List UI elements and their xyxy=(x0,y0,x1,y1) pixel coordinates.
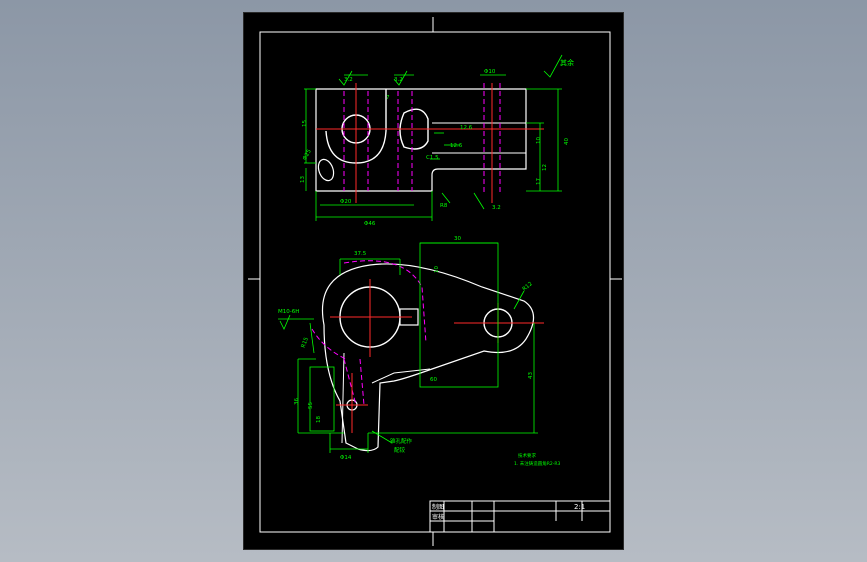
label-taper-hole: 锥孔配作 xyxy=(390,437,413,445)
dim-top-126: 12.6 xyxy=(460,125,473,131)
notes-line1: 1. 未注铸造圆角R2-R3 xyxy=(514,460,560,467)
dim-top-r8: R8 xyxy=(440,203,448,209)
dim-top-dia20: Φ20 xyxy=(340,199,352,205)
technical-notes: 技术要求 1. 未注铸造圆角R2-R3 xyxy=(514,452,560,467)
front-view: 37.5 30 R12 M10-6H 36 18 55 60 43 Φ14 10… xyxy=(278,236,544,461)
dim-top-chamfer: C1.5 xyxy=(426,155,439,161)
sheet-frame xyxy=(248,17,622,546)
rough-top-2: 3.2 xyxy=(394,77,403,83)
dim-front-r12: R12 xyxy=(522,281,534,293)
dim-front-30: 30 xyxy=(454,236,461,242)
rough-top-3: 3.2 xyxy=(492,205,501,211)
dim-top-7: 7 xyxy=(386,95,390,101)
drawing-canvas: 制图 审核 2:1 15 13 Φ25 Φ46 Φ20 Φ10 7 12.6 1… xyxy=(248,17,622,546)
dim-front-375: 37.5 xyxy=(354,251,367,257)
dim-top-17: 17 xyxy=(536,178,542,185)
label-ream: 配铰 xyxy=(394,446,406,454)
dim-front-43: 43 xyxy=(528,372,534,379)
note-other-surfaces: 其余 xyxy=(560,58,574,67)
dim-front-18: 18 xyxy=(316,416,322,423)
dim-top-10: 10 xyxy=(536,137,542,144)
notes-title: 技术要求 xyxy=(518,452,536,459)
dim-front-55: 55 xyxy=(308,402,314,409)
title-block: 制图 审核 2:1 xyxy=(429,500,611,533)
dim-front-36: 36 xyxy=(294,398,300,405)
dim-top-40: 40 xyxy=(564,138,570,145)
dim-top-12b: 12 xyxy=(542,164,548,171)
dim-top-12: 12.6 xyxy=(450,143,463,149)
dim-front-r15: R15 xyxy=(301,336,311,349)
dim-top-15: 15 xyxy=(302,120,308,127)
dim-front-m10: M10-6H xyxy=(278,309,299,315)
dim-front-60: 60 xyxy=(430,377,437,383)
top-small-hole xyxy=(317,158,335,182)
top-view: 15 13 Φ25 Φ46 Φ20 Φ10 7 12.6 12.6 10 12 … xyxy=(300,54,574,227)
dim-top-dia10: Φ10 xyxy=(484,69,496,75)
dim-front-dia14: Φ14 xyxy=(340,455,352,461)
title-row2-label: 审核 xyxy=(432,513,444,521)
drawing-sheet: 制图 审核 2:1 15 13 Φ25 Φ46 Φ20 Φ10 7 12.6 1… xyxy=(244,13,623,549)
cad-viewport[interactable]: 制图 审核 2:1 15 13 Φ25 Φ46 Φ20 Φ10 7 12.6 1… xyxy=(0,0,867,562)
dim-top-dia46: Φ46 xyxy=(364,221,376,227)
dim-front-10: 10 xyxy=(434,266,440,273)
title-row1-label: 制图 xyxy=(432,503,444,511)
dim-top-dia25: Φ25 xyxy=(302,148,313,161)
scale-label: 2:1 xyxy=(574,503,585,511)
rough-top-1: 3.2 xyxy=(344,77,353,83)
dim-top-13: 13 xyxy=(300,176,306,183)
